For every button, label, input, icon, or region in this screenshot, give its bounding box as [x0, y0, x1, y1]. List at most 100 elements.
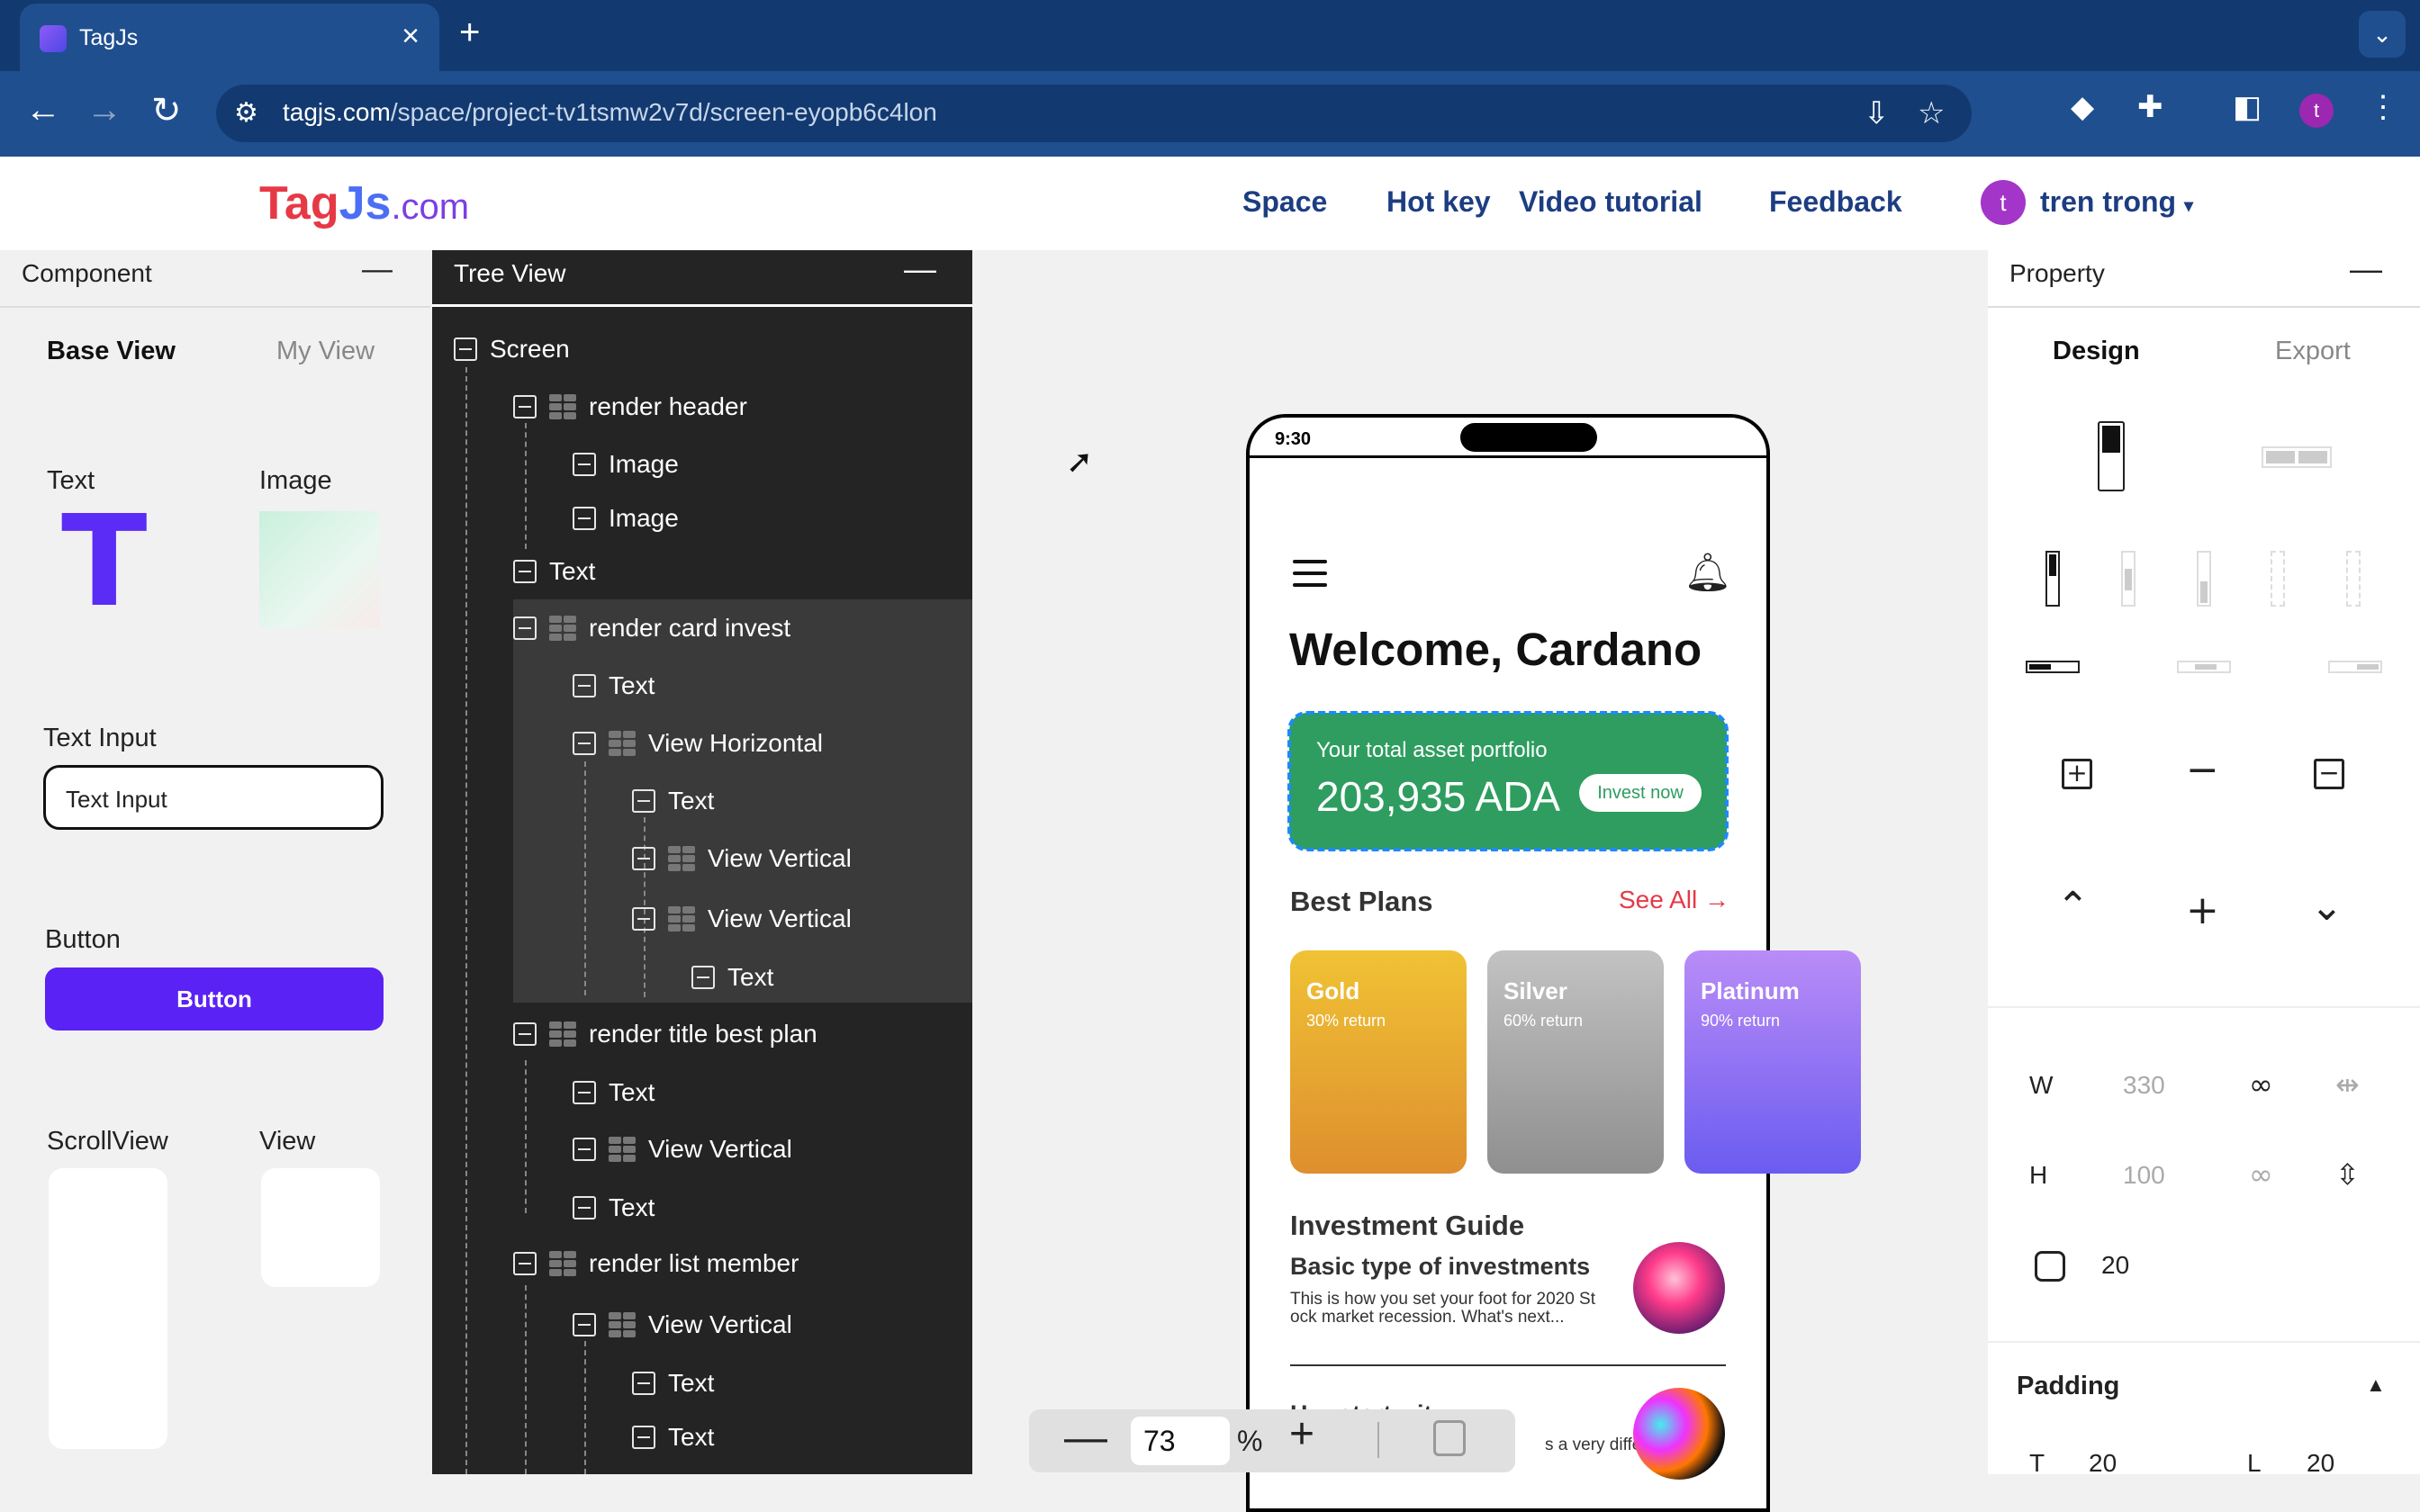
user-avatar[interactable]: t — [1981, 180, 2026, 225]
border-radius-input[interactable]: 20 — [2101, 1251, 2129, 1280]
collapse-node-icon[interactable] — [573, 1081, 596, 1104]
browser-tab[interactable]: TagJs × — [20, 4, 439, 71]
collapse-node-icon[interactable] — [513, 395, 537, 418]
height-stretch-icon[interactable]: ⇳ — [2335, 1157, 2360, 1192]
tree-node-view-vertical[interactable]: View Vertical — [573, 1307, 792, 1343]
align-bottom-icon[interactable] — [2197, 551, 2211, 607]
padding-section-title[interactable]: Padding — [2017, 1372, 2119, 1401]
tree-node-render-title-best-plan[interactable]: render title best plan — [513, 1016, 817, 1052]
extension-fox-icon[interactable]: ◆ — [2071, 89, 2094, 125]
component-text-input[interactable]: Text Input — [43, 765, 384, 830]
collapse-node-icon[interactable] — [632, 907, 655, 931]
new-tab-icon[interactable]: + — [459, 13, 480, 53]
caret-up-icon[interactable]: ▲ — [2366, 1373, 2386, 1397]
tree-node-screen[interactable]: Screen — [454, 331, 570, 367]
browser-menu-icon[interactable]: ⋮ — [2368, 89, 2398, 125]
tree-node-text[interactable]: Text — [513, 554, 595, 590]
tree-node-text[interactable]: Text — [573, 668, 655, 704]
tree-node-text[interactable]: Text — [573, 1190, 655, 1226]
tab-base-view[interactable]: Base View — [47, 337, 176, 366]
browser-profile-avatar[interactable]: t — [2299, 94, 2334, 128]
remove-icon[interactable]: − — [2186, 747, 2219, 793]
tree-node-view-vertical[interactable]: View Vertical — [573, 1131, 792, 1167]
plan-card-platinum[interactable]: Platinum 90% return — [1684, 950, 1861, 1174]
align-center-vertical-icon[interactable] — [2121, 551, 2136, 607]
align-left-icon[interactable] — [2026, 661, 2080, 673]
collapse-node-icon[interactable] — [573, 1196, 596, 1220]
collapse-node-icon[interactable] — [691, 966, 715, 989]
tree-node-view-vertical[interactable]: View Vertical — [632, 901, 852, 937]
tab-design[interactable]: Design — [2053, 337, 2140, 366]
layout-vertical-icon[interactable] — [2098, 421, 2125, 491]
component-text-icon[interactable]: T — [61, 500, 151, 626]
height-input[interactable]: 100 — [2123, 1161, 2165, 1190]
tree-node-image[interactable]: Image — [573, 446, 679, 482]
height-auto-icon[interactable]: ∞ — [2249, 1157, 2273, 1192]
nav-video-tutorial[interactable]: Video tutorial — [1519, 185, 1702, 219]
plan-card-silver[interactable]: Silver 60% return — [1487, 950, 1664, 1174]
collapse-node-icon[interactable] — [454, 338, 477, 361]
width-stretch-icon[interactable]: ⇹ — [2335, 1067, 2360, 1102]
invest-now-button[interactable]: Invest now — [1579, 774, 1702, 812]
component-scrollview[interactable] — [49, 1168, 167, 1449]
tab-export[interactable]: Export — [2275, 337, 2351, 366]
welcome-heading[interactable]: Welcome, Cardano — [1289, 623, 1702, 676]
collapse-node-icon[interactable] — [513, 1252, 537, 1275]
collapse-node-icon[interactable] — [513, 560, 537, 583]
tree-node-render-list-member[interactable]: render list member — [513, 1246, 799, 1282]
see-all-link[interactable]: See All → — [1619, 886, 1729, 914]
user-menu[interactable]: tren trong ▾ — [2040, 185, 2193, 219]
collapse-tree-panel-icon[interactable]: — — [904, 250, 936, 288]
tagjs-logo[interactable]: TagJs.com — [259, 176, 469, 230]
tree-node-text[interactable]: Text — [632, 1419, 714, 1455]
tab-my-view[interactable]: My View — [276, 337, 375, 366]
component-view[interactable] — [261, 1168, 380, 1287]
collapse-node-icon[interactable] — [632, 1372, 655, 1395]
zoom-level-input[interactable]: 73 — [1131, 1417, 1230, 1465]
tab-search-chevron-icon[interactable]: ⌄ — [2359, 11, 2406, 58]
nav-space[interactable]: Space — [1242, 185, 1327, 219]
collapse-node-icon[interactable] — [573, 1138, 596, 1161]
plan-card-gold[interactable]: Gold 30% return — [1290, 950, 1467, 1174]
fit-screen-icon[interactable] — [1433, 1420, 1466, 1456]
tree-node-text[interactable]: Text — [632, 783, 714, 819]
collapse-node-icon[interactable] — [513, 616, 537, 640]
collapse-node-icon[interactable] — [632, 847, 655, 870]
nav-hot-key[interactable]: Hot key — [1386, 185, 1491, 219]
padding-top-input[interactable]: 20 — [2089, 1449, 2117, 1478]
nav-feedback[interactable]: Feedback — [1769, 185, 1902, 219]
address-bar[interactable]: ⚙ tagjs.com/space/project-tv1tsmw2v7d/sc… — [216, 85, 1972, 142]
component-image-icon[interactable] — [259, 511, 380, 628]
padding-left-input[interactable]: 20 — [2307, 1449, 2334, 1478]
collapse-node-icon[interactable] — [513, 1022, 537, 1046]
layout-horizontal-icon[interactable] — [2262, 446, 2332, 468]
width-auto-icon[interactable]: ∞ — [2249, 1067, 2273, 1102]
space-between-vertical-icon[interactable] — [2271, 551, 2285, 607]
collapse-node-icon[interactable]: − — [2314, 759, 2344, 789]
space-around-vertical-icon[interactable] — [2346, 551, 2361, 607]
tree-node-text[interactable]: Text — [573, 1075, 655, 1111]
tab-close-icon[interactable]: × — [402, 19, 420, 54]
site-settings-icon[interactable]: ⚙ — [234, 97, 258, 129]
forward-arrow-icon[interactable]: → — [86, 90, 122, 130]
collapse-node-icon[interactable] — [573, 453, 596, 476]
add-child-icon[interactable]: + — [2062, 759, 2092, 789]
component-button[interactable]: Button — [45, 968, 384, 1030]
collapse-component-panel-icon[interactable]: — — [362, 252, 393, 287]
zoom-in-icon[interactable]: + — [1289, 1409, 1314, 1459]
zoom-out-icon[interactable]: — — [1064, 1413, 1107, 1462]
hamburger-menu-icon[interactable] — [1293, 560, 1327, 587]
tree-node-image[interactable]: Image — [573, 500, 679, 536]
install-app-icon[interactable]: ⇩ — [1864, 95, 1890, 131]
tree-node-view-horizontal[interactable]: View Horizontal — [573, 725, 823, 761]
tree-node-render-header[interactable]: render header — [513, 389, 747, 425]
width-input[interactable]: 330 — [2123, 1071, 2165, 1100]
tree-node-view-vertical[interactable]: View Vertical — [632, 841, 852, 877]
tree-node-text[interactable]: Text — [632, 1365, 714, 1401]
tree-node-text[interactable]: Text — [691, 959, 773, 995]
reload-icon[interactable]: ↻ — [151, 90, 182, 131]
collapse-node-icon[interactable] — [573, 732, 596, 755]
collapse-node-icon[interactable] — [573, 1313, 596, 1336]
back-arrow-icon[interactable]: ← — [25, 90, 61, 130]
add-sibling-icon[interactable]: + — [2186, 887, 2219, 933]
